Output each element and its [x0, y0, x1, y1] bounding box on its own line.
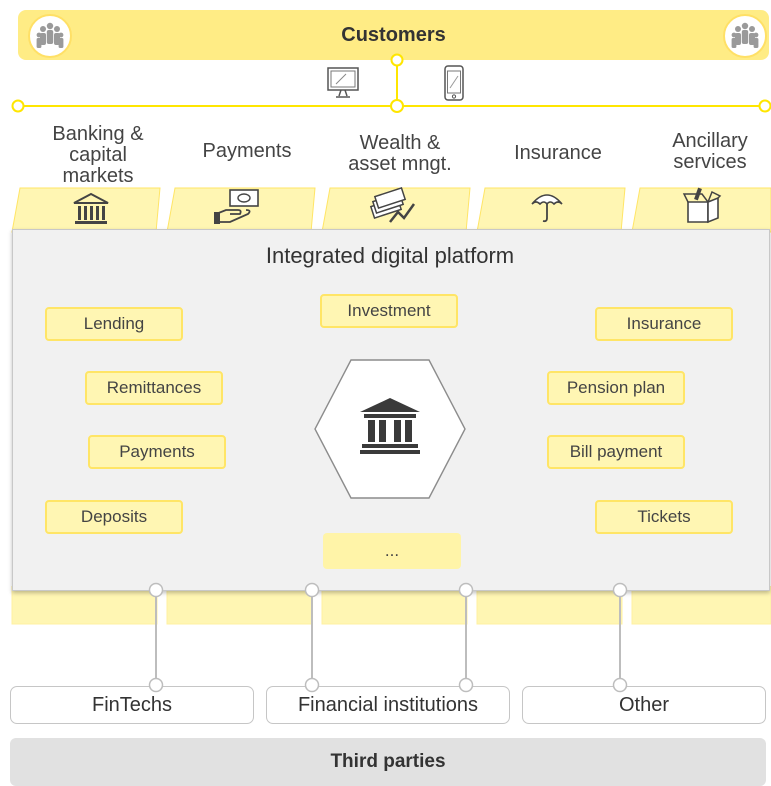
money-stack-chart-icon	[368, 186, 418, 231]
service-bill-payment: Bill payment	[547, 435, 685, 469]
category-label-ancillary: Ancillary services	[672, 130, 748, 173]
service-payments: Payments	[88, 435, 226, 469]
service-pension-plan: Pension plan	[547, 371, 685, 405]
service-lending: Lending	[45, 307, 183, 341]
desktop-monitor-icon	[326, 66, 360, 105]
bank-building-icon	[72, 192, 110, 233]
service-remittances: Remittances	[85, 371, 223, 405]
smartphone-icon	[443, 64, 465, 109]
category-label-payments: Payments	[202, 140, 292, 162]
category-label-wealth: Wealth & asset mngt.	[348, 132, 452, 175]
umbrella-icon	[530, 188, 564, 229]
third-party-connector-nodes	[148, 677, 628, 693]
open-box-icon	[682, 186, 724, 231]
service-tickets: Tickets	[595, 500, 733, 534]
service-more: ...	[323, 533, 461, 569]
category-label-insurance: Insurance	[514, 142, 602, 164]
service-investment: Investment	[320, 294, 458, 328]
third-parties-bar: Third parties	[10, 738, 766, 786]
third-parties-label: Third parties	[330, 751, 446, 772]
channel-connector-lines	[11, 53, 771, 113]
platform-title: Integrated digital platform	[265, 243, 515, 268]
hand-money-icon	[212, 188, 264, 233]
bank-building-icon	[358, 396, 422, 461]
category-label-banking: Banking & capital markets	[52, 123, 144, 187]
service-deposits: Deposits	[45, 500, 183, 534]
service-insurance: Insurance	[595, 307, 733, 341]
